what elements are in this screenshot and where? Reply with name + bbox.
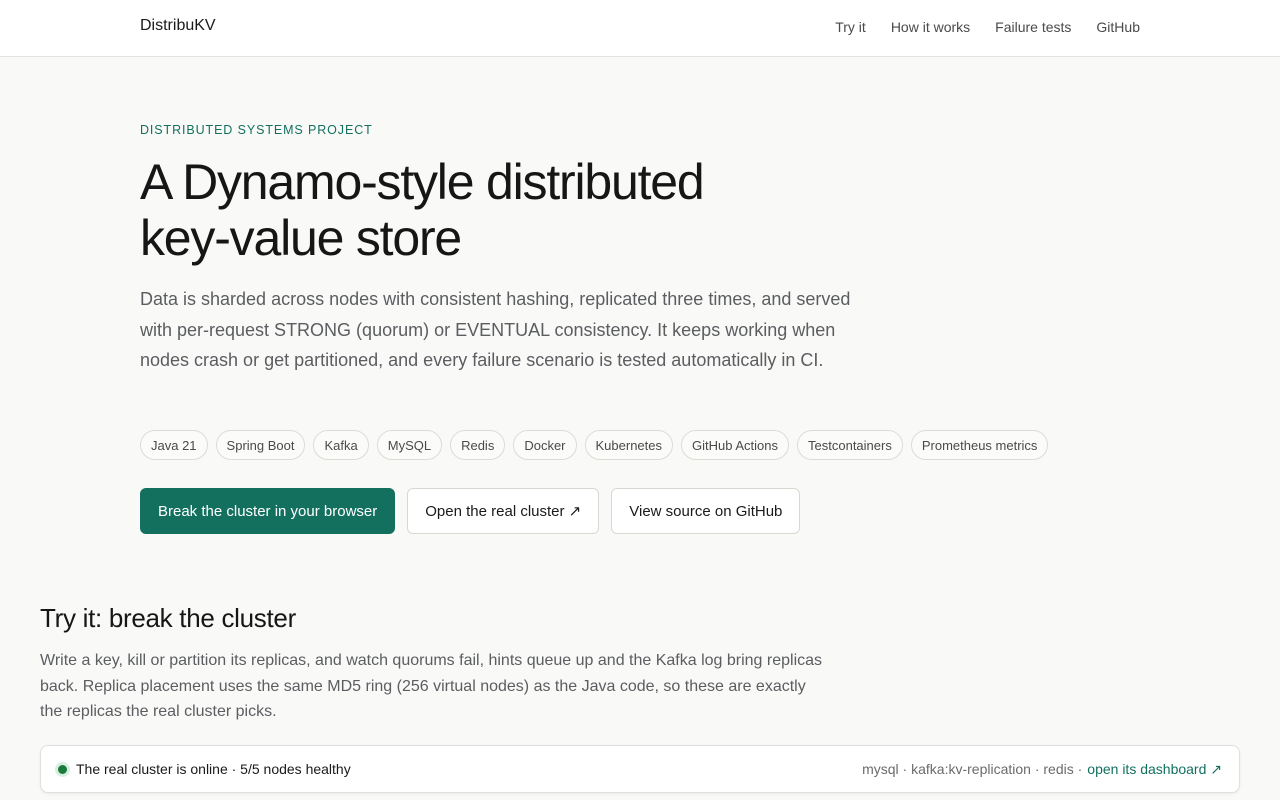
open-real-cluster-button[interactable]: Open the real cluster ↗	[407, 488, 600, 534]
hero-actions: Break the cluster in your browser Open t…	[140, 488, 801, 534]
brand-logo[interactable]: DistribuKV	[140, 17, 216, 35]
break-cluster-button[interactable]: Break the cluster in your browser	[140, 488, 396, 534]
nav-link-failure-tests[interactable]: Failure tests	[995, 19, 1071, 35]
open-dashboard-link[interactable]: open its dashboard ↗	[1087, 761, 1222, 778]
tech-tag: Docker	[513, 430, 577, 460]
hero-title: A Dynamo-style distributed key-value sto…	[140, 154, 900, 266]
cluster-status-text: The real cluster is online · 5/5 nodes h…	[76, 761, 351, 777]
main-nav: Try it How it works Failure tests GitHub	[835, 19, 1140, 35]
view-source-github-button[interactable]: View source on GitHub	[611, 488, 801, 534]
status-online-icon	[55, 762, 70, 777]
hero-eyebrow: DISTRIBUTED SYSTEMS PROJECT	[140, 123, 373, 137]
tech-tag: Java 21	[140, 430, 208, 460]
tech-tag: Kafka	[313, 430, 369, 460]
tech-tag: Testcontainers	[797, 430, 903, 460]
cluster-services: mysql · kafka:kv-replication · redis · o…	[862, 761, 1222, 778]
cluster-services-text: mysql · kafka:kv-replication · redis ·	[862, 761, 1083, 777]
tech-tag: Spring Boot	[215, 430, 306, 460]
hero-description: Data is sharded across nodes with consis…	[140, 289, 851, 370]
tech-tag: Redis	[450, 430, 506, 460]
cluster-status-bar: The real cluster is online · 5/5 nodes h…	[40, 745, 1240, 793]
nav-link-try-it[interactable]: Try it	[835, 19, 866, 35]
try-it-description: Write a key, kill or partition its repli…	[40, 652, 823, 720]
try-it-section-title: Try it: break the cluster	[40, 603, 296, 633]
hero-title-line-2: key-value store	[140, 210, 462, 266]
tech-tag-list: Java 21 Spring Boot Kafka MySQL Redis Do…	[140, 430, 1049, 460]
tech-tag: GitHub Actions	[681, 430, 790, 460]
tech-tag: MySQL	[376, 430, 443, 460]
tech-tag: Kubernetes	[584, 430, 674, 460]
top-nav-bar: DistribuKV Try it How it works Failure t…	[0, 0, 1280, 57]
tech-tag: Prometheus metrics	[910, 430, 1049, 460]
nav-link-how-it-works[interactable]: How it works	[891, 19, 970, 35]
hero-title-line-1: A Dynamo-style distributed	[140, 154, 705, 210]
nav-link-github[interactable]: GitHub	[1096, 19, 1140, 35]
